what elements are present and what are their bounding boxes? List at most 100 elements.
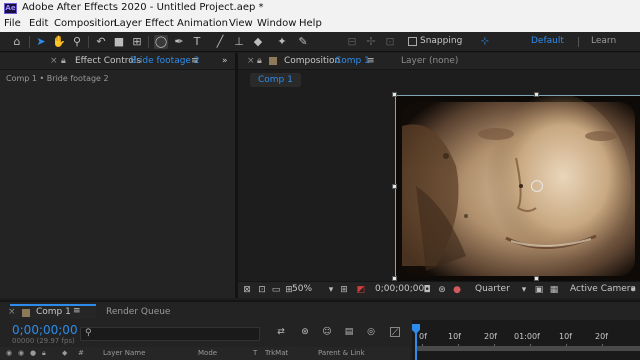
mask-visibility-icon[interactable]: ⊡ [257,285,267,295]
chevron-down-icon[interactable]: ▾ [519,285,529,295]
lock-icon[interactable]: 🔒︎ [257,56,262,66]
resolution-select[interactable]: Quarter [475,284,510,294]
eraser-icon[interactable]: ◆ [251,35,265,49]
lock-icon[interactable]: 🔒︎ [61,56,66,66]
layer-number-icon: # [78,349,84,357]
label-color-icon[interactable]: ◆ [62,349,67,357]
bounding-box-handle[interactable] [534,92,539,97]
always-preview-icon[interactable]: ⊠ [242,285,252,295]
menu-help[interactable]: Help [299,18,322,29]
zoom-level-select[interactable]: 50% [292,284,312,294]
time-ruler[interactable]: 0f 10f 20f 01:00f 10f 20f [412,320,640,360]
column-trkmat[interactable]: TrkMat [265,349,288,357]
axis-view-icon: ⊡ [385,35,395,48]
after-effects-logo-icon: Ae [4,3,17,14]
pan-behind-icon[interactable]: ⊞ [130,35,144,49]
window-title: Adobe After Effects 2020 - Untitled Proj… [22,2,264,13]
selection-arrow-icon[interactable]: ➤ [34,35,48,49]
chevron-down-icon[interactable]: ▾ [628,285,638,295]
workspace-default[interactable]: Default [531,36,564,46]
menu-edit[interactable]: Edit [29,18,48,29]
ellipse-tool-icon[interactable]: ◯ [154,35,168,49]
menu-layer[interactable]: Layer [114,18,142,29]
lock-icon[interactable]: 🔒︎ [42,349,46,358]
transparency-grid-icon[interactable]: ◩ [356,285,366,295]
bounding-box-handle[interactable] [392,92,397,97]
timeline-comp-tab[interactable]: × Comp 1 ≡ [8,304,96,319]
composition-tab[interactable]: Composition [284,56,340,66]
home-icon[interactable]: ⌂ [10,35,24,49]
column-mode[interactable]: Mode [198,349,217,357]
toolbar-separator [88,36,89,48]
region-icon[interactable]: ▣ [534,285,544,295]
snap-grid-icon[interactable]: ⊹ [478,35,492,49]
rotate-icon[interactable]: ↶ [94,35,108,49]
menu-file[interactable]: File [4,18,21,29]
graph-editor-icon[interactable]: ⟋ [390,327,400,338]
motion-blur-icon[interactable]: ◎ [366,327,376,337]
panel-menu-icon[interactable]: ≡ [367,56,375,66]
close-icon[interactable]: × [50,56,58,66]
menu-window[interactable]: Window [257,18,296,29]
comp-mini-flowchart-icon[interactable]: ⇄ [276,327,286,337]
timeline-current-time[interactable]: 0;00;00;00 [12,323,78,337]
search-icon: ⚲ [85,328,92,338]
effect-controls-target[interactable]: Bride footage 2 [130,56,200,66]
pen-icon[interactable]: ✒ [172,35,186,49]
effect-controls-panel: × 🔒︎ Effect Controls Bride footage 2 ≡ »… [0,53,235,298]
workspace-learn[interactable]: Learn [591,36,616,46]
render-queue-tab[interactable]: Render Queue [106,307,170,317]
shy-layers-icon[interactable]: ☺ [322,327,332,337]
draft-3d-icon[interactable]: ⊛ [300,327,310,337]
toggle-transparency-icon[interactable]: ▦ [549,285,559,295]
show-snapshot-icon[interactable]: ⊛ [437,285,447,295]
footage-frame[interactable] [395,91,640,281]
camera-icon[interactable]: ■ [112,35,126,49]
audio-icon[interactable]: ◉ [18,349,24,357]
snapshot-camera-icon[interactable]: ◘ [422,285,432,295]
composition-target[interactable]: Comp 1 [335,56,370,66]
column-t[interactable]: T [253,349,257,357]
panel-menu-icon[interactable]: ≡ [73,306,81,316]
bride-footage-image [396,91,640,281]
close-icon[interactable]: × [247,56,255,66]
active-camera-select[interactable]: Active Camera [570,284,636,294]
close-icon[interactable]: × [8,307,16,317]
roto-brush-icon[interactable]: ✦ [275,35,289,49]
snapping-checkbox[interactable] [408,37,417,46]
bounding-box-handle[interactable] [392,184,397,189]
menu-composition[interactable]: Composition [54,18,116,29]
column-parent-link[interactable]: Parent & Link [318,349,365,357]
composition-viewer[interactable]: Comp 1 [238,70,640,281]
solo-icon[interactable]: ● [30,349,36,357]
timeline-comp-label: Comp 1 [36,307,71,317]
hand-icon[interactable]: ✋ [52,35,66,49]
layer-panel-tab[interactable]: Layer (none) [401,56,458,66]
type-icon[interactable]: T [190,35,204,49]
menu-effect[interactable]: Effect [145,18,174,29]
comp-breadcrumb-tab[interactable]: Comp 1 [250,73,301,87]
anchor-point-icon[interactable] [531,180,543,192]
toolbar-separator [148,36,149,48]
menu-animation[interactable]: Animation [177,18,228,29]
column-layer-name[interactable]: Layer Name [103,349,145,357]
current-time-display[interactable]: 0;00;00;00 [375,284,424,294]
menu-view[interactable]: View [229,18,253,29]
panel-menu-icon[interactable]: ≡ [191,56,199,66]
fullscreen-icon[interactable]: ▭ [271,285,281,295]
brush-icon[interactable]: ╱ [213,35,227,49]
composition-header: × 🔒︎ Composition Comp 1 ≡ Layer (none) [238,53,640,70]
current-time-indicator-line [415,332,417,360]
grid-overlay-icon[interactable]: ⊞ [339,285,349,295]
layer-search-input[interactable]: ⚲ [80,327,260,341]
puppet-pin-icon[interactable]: ✎ [296,35,310,49]
work-area-bar[interactable] [416,346,640,351]
chevron-down-icon[interactable]: ▾ [326,285,336,295]
expand-panels-icon[interactable]: » [222,56,228,66]
clone-stamp-icon[interactable]: ⊥ [232,35,246,49]
visibility-eye-icon[interactable]: ◉ [6,349,12,357]
color-channels-icon[interactable]: ● [452,285,462,295]
snapping-label: Snapping [420,36,463,46]
frame-blending-icon[interactable]: ▤ [344,327,354,337]
zoom-icon[interactable]: ⚲ [70,35,84,49]
